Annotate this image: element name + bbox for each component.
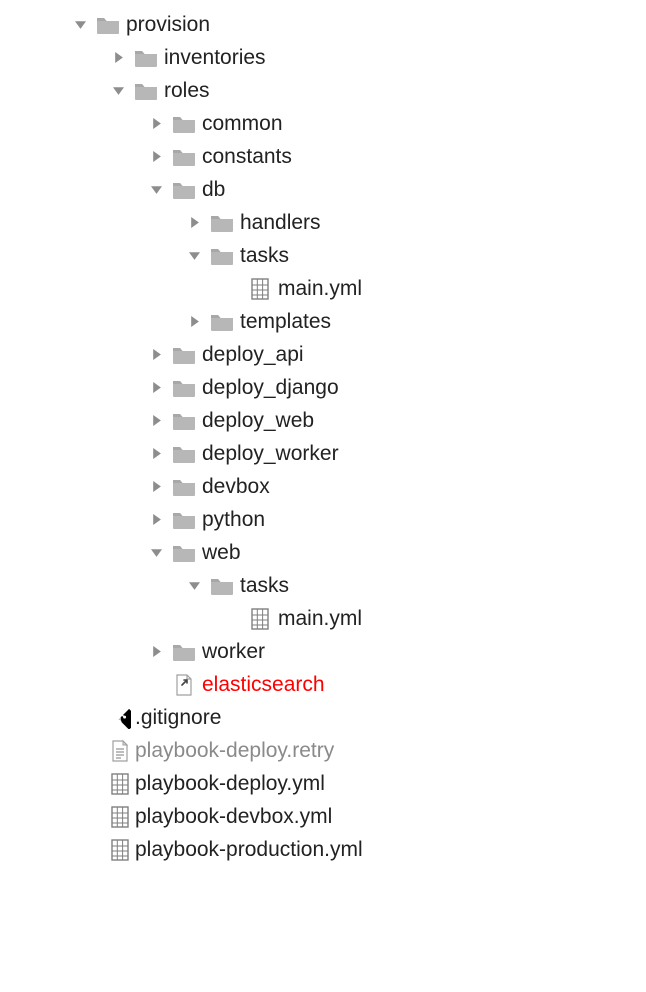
disclosure-arrow-collapsed-icon[interactable] [146, 147, 166, 167]
tree-item-label: deploy_web [202, 404, 314, 438]
tree-item-label: python [202, 503, 265, 537]
tree-item-deploy-api[interactable]: deploy_api [0, 338, 646, 371]
disclosure-arrow-collapsed-icon[interactable] [146, 477, 166, 497]
disclosure-arrow-collapsed-icon[interactable] [184, 213, 204, 233]
tree-item-handlers[interactable]: handlers [0, 206, 646, 239]
tree-item-tasks[interactable]: tasks [0, 569, 646, 602]
yaml-file-icon [248, 607, 272, 631]
tree-item-deploy-web[interactable]: deploy_web [0, 404, 646, 437]
tree-item-label: templates [240, 305, 331, 339]
tree-item-label: deploy_django [202, 371, 339, 405]
tree-item-elasticsearch[interactable]: elasticsearch [0, 668, 646, 701]
tree-item-label: worker [202, 635, 265, 669]
tree-item-label: main.yml [278, 272, 362, 306]
symlink-file-icon [172, 673, 196, 697]
tree-item-deploy-worker[interactable]: deploy_worker [0, 437, 646, 470]
tree-item-db[interactable]: db [0, 173, 646, 206]
tree-item-main-yml[interactable]: main.yml [0, 272, 646, 305]
folder-icon [172, 145, 196, 169]
folder-icon [134, 79, 158, 103]
tree-item-label: playbook-deploy.retry [135, 734, 334, 768]
tree-item-label: playbook-devbox.yml [135, 800, 332, 834]
tree-item-provision[interactable]: provision [0, 8, 646, 41]
tree-item-label: inventories [164, 41, 266, 75]
folder-icon [172, 640, 196, 664]
folder-icon [134, 46, 158, 70]
yaml-file-icon [108, 772, 132, 796]
tree-item-main-yml[interactable]: main.yml [0, 602, 646, 635]
disclosure-arrow-expanded-icon[interactable] [146, 180, 166, 200]
text-file-icon [108, 739, 132, 763]
folder-icon [172, 376, 196, 400]
tree-item-templates[interactable]: templates [0, 305, 646, 338]
disclosure-arrow-expanded-icon[interactable] [146, 543, 166, 563]
disclosure-arrow-collapsed-icon[interactable] [146, 444, 166, 464]
disclosure-arrow-collapsed-icon[interactable] [146, 345, 166, 365]
file-tree: provision inventories roles common const… [0, 8, 646, 866]
tree-item-web[interactable]: web [0, 536, 646, 569]
tree-item-label: tasks [240, 569, 289, 603]
yaml-file-icon [108, 805, 132, 829]
tree-item-label: .gitignore [135, 701, 221, 735]
yaml-file-icon [248, 277, 272, 301]
disclosure-arrow-collapsed-icon[interactable] [146, 411, 166, 431]
tree-item-label: devbox [202, 470, 270, 504]
tree-item-label: tasks [240, 239, 289, 273]
folder-icon [210, 574, 234, 598]
tree-item-inventories[interactable]: inventories [0, 41, 646, 74]
disclosure-arrow-collapsed-icon[interactable] [146, 378, 166, 398]
tree-item-label: main.yml [278, 602, 362, 636]
tree-item-label: playbook-production.yml [135, 833, 363, 867]
folder-icon [172, 541, 196, 565]
folder-icon [172, 475, 196, 499]
folder-icon [210, 310, 234, 334]
folder-icon [172, 508, 196, 532]
tree-item-label: elasticsearch [202, 668, 325, 702]
tree-item-python[interactable]: python [0, 503, 646, 536]
tree-item-deploy-django[interactable]: deploy_django [0, 371, 646, 404]
tree-item-label: handlers [240, 206, 321, 240]
tree-item-devbox[interactable]: devbox [0, 470, 646, 503]
folder-icon [96, 13, 120, 37]
disclosure-arrow-collapsed-icon[interactable] [146, 510, 166, 530]
folder-icon [172, 343, 196, 367]
tree-item-roles[interactable]: roles [0, 74, 646, 107]
tree-item-playbook-production-yml[interactable]: playbook-production.yml [0, 833, 646, 866]
disclosure-arrow-expanded-icon[interactable] [184, 576, 204, 596]
yaml-file-icon [108, 838, 132, 862]
folder-icon [172, 178, 196, 202]
tree-item-constants[interactable]: constants [0, 140, 646, 173]
tree-item-label: deploy_api [202, 338, 304, 372]
folder-icon [210, 244, 234, 268]
folder-icon [172, 442, 196, 466]
tree-item-worker[interactable]: worker [0, 635, 646, 668]
disclosure-arrow-expanded-icon[interactable] [70, 15, 90, 35]
tree-item-gitignore[interactable]: .gitignore [0, 701, 646, 734]
disclosure-arrow-expanded-icon[interactable] [108, 81, 128, 101]
tree-item-playbook-deploy-yml[interactable]: playbook-deploy.yml [0, 767, 646, 800]
tree-item-label: common [202, 107, 283, 141]
folder-icon [172, 112, 196, 136]
tree-item-label: deploy_worker [202, 437, 339, 471]
tree-item-tasks[interactable]: tasks [0, 239, 646, 272]
disclosure-arrow-collapsed-icon[interactable] [146, 642, 166, 662]
tree-item-playbook-devbox-yml[interactable]: playbook-devbox.yml [0, 800, 646, 833]
tree-item-label: roles [164, 74, 210, 108]
tree-item-label: provision [126, 8, 210, 42]
tree-item-label: web [202, 536, 241, 570]
disclosure-arrow-collapsed-icon[interactable] [184, 312, 204, 332]
tree-item-label: playbook-deploy.yml [135, 767, 325, 801]
tree-item-common[interactable]: common [0, 107, 646, 140]
tree-item-playbook-deploy-retry[interactable]: playbook-deploy.retry [0, 734, 646, 767]
folder-icon [210, 211, 234, 235]
tree-item-label: constants [202, 140, 292, 174]
disclosure-arrow-expanded-icon[interactable] [184, 246, 204, 266]
disclosure-arrow-collapsed-icon[interactable] [108, 48, 128, 68]
disclosure-arrow-collapsed-icon[interactable] [146, 114, 166, 134]
folder-icon [172, 409, 196, 433]
tree-item-label: db [202, 173, 225, 207]
git-file-icon [108, 706, 132, 730]
